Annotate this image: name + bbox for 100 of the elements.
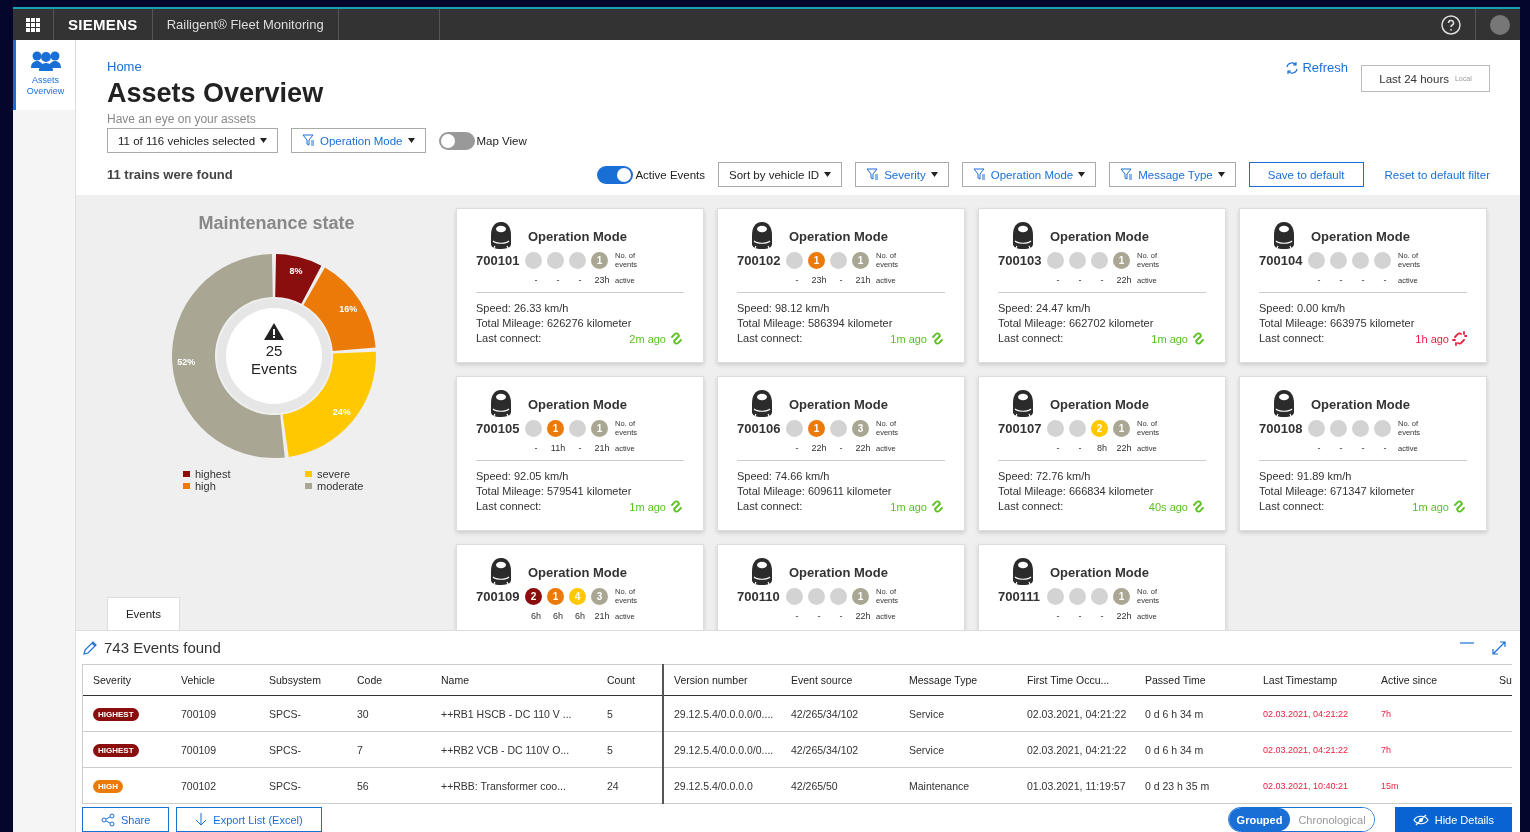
- event-count-dot: 2: [1091, 419, 1108, 437]
- card-title: Operation Mode: [1049, 228, 1150, 244]
- map-view-toggle[interactable]: [438, 131, 475, 150]
- event-time: -: [838, 275, 844, 285]
- last-connect-time: 1m ago: [629, 499, 684, 514]
- column-header[interactable]: Active since: [1371, 664, 1489, 696]
- vehicle-id: 700102: [737, 252, 782, 268]
- event-time: -: [1077, 611, 1083, 621]
- column-header[interactable]: Last Timestamp: [1253, 664, 1371, 696]
- event-count-dot: 1: [1113, 419, 1130, 437]
- help-icon[interactable]: [1441, 14, 1461, 35]
- event-count-dot: [1374, 419, 1391, 437]
- event-time: -: [1338, 443, 1344, 453]
- train-icon: [488, 557, 513, 587]
- train-icon: [1010, 221, 1035, 251]
- view-mode-toggle[interactable]: Grouped: [1228, 808, 1291, 831]
- event-count-dot: [1308, 419, 1325, 437]
- legend-label: highest: [195, 468, 231, 480]
- active-events-toggle[interactable]: [597, 165, 634, 184]
- page-title: Assets Overview: [107, 78, 325, 109]
- export-button[interactable]: Export List (Excel): [176, 807, 322, 832]
- last-connect-label: Last connect:: [737, 331, 803, 346]
- sidebar-item[interactable]: Assets Overview: [13, 40, 75, 110]
- brand-name: SIEMENS: [68, 16, 138, 33]
- people-group-icon: [29, 50, 62, 72]
- event-count: 25: [265, 342, 283, 359]
- save-default-button[interactable]: Save to default: [1248, 162, 1364, 187]
- breadcrumb-link[interactable]: Home: [107, 59, 527, 74]
- hide-details-button[interactable]: Hide Details: [1394, 807, 1512, 832]
- table-cell: 02.03.2021, 04:21:22: [1017, 731, 1135, 768]
- event-time: 22h: [854, 443, 872, 453]
- card-title: Operation Mode: [1310, 228, 1411, 244]
- last-connect-label: Last connect:: [737, 499, 803, 514]
- chart-title: Maintenance state: [198, 213, 355, 234]
- vehicle-select[interactable]: 11 of 116 vehicles selected: [107, 128, 279, 153]
- event-time: 22h: [1115, 611, 1133, 621]
- filter-dropdown[interactable]: Operation Mode: [961, 162, 1097, 187]
- events-tab[interactable]: Events: [107, 597, 180, 630]
- last-connect-time: 1m ago: [1151, 331, 1206, 346]
- column-header[interactable]: Message Type: [899, 664, 1017, 696]
- event-time: -: [1055, 275, 1061, 285]
- table-cell: 02.03.2021, 04:21:22: [1253, 695, 1371, 732]
- column-header[interactable]: Su: [1489, 664, 1512, 696]
- caret-icon: [407, 138, 415, 143]
- share-button[interactable]: Share: [82, 807, 170, 832]
- card-title: Operation Mode: [527, 564, 628, 580]
- event-count-dot: [1069, 587, 1086, 605]
- column-header[interactable]: Count: [597, 664, 663, 696]
- table-cell: 5: [597, 695, 663, 732]
- event-count-dot: [525, 419, 542, 437]
- column-header[interactable]: Version number: [663, 664, 781, 696]
- event-time: 22h: [810, 443, 828, 453]
- speed-text: Speed: 72.76 km/h: [998, 469, 1092, 484]
- event-count-dot: [1308, 251, 1325, 269]
- train-icon: [488, 221, 513, 251]
- last-connect-label: Last connect:: [998, 331, 1064, 346]
- event-count-dot: [1047, 419, 1064, 437]
- expand-icon[interactable]: [1492, 640, 1506, 655]
- last-connect-time: 1m ago: [1412, 499, 1467, 514]
- column-header[interactable]: Severity: [83, 664, 171, 696]
- filter-icon: [972, 168, 986, 181]
- event-time: -: [1099, 611, 1105, 621]
- event-time: -: [1077, 443, 1083, 453]
- caret-icon: [1217, 172, 1225, 177]
- caret-icon: [930, 172, 938, 177]
- filter-dropdown[interactable]: Severity: [855, 162, 949, 187]
- card-title: Operation Mode: [1310, 396, 1411, 412]
- column-header[interactable]: Name: [431, 664, 597, 696]
- operation-mode-filter[interactable]: Operation Mode: [291, 128, 426, 153]
- table-cell: 7h: [1371, 731, 1489, 768]
- app-grid-icon[interactable]: [26, 17, 40, 32]
- avatar-icon[interactable]: [1490, 14, 1510, 35]
- filter-icon: [302, 134, 316, 147]
- table-cell: 56: [347, 767, 431, 804]
- link-icon: [669, 499, 684, 514]
- event-count-dot: [569, 419, 586, 437]
- events-title: 743 Events found: [104, 639, 221, 656]
- event-count-dot: [830, 251, 847, 269]
- refresh-link[interactable]: Refresh: [1285, 60, 1348, 75]
- card-title: Operation Mode: [788, 228, 889, 244]
- reset-filter-link[interactable]: Reset to default filter: [1384, 168, 1490, 181]
- column-header[interactable]: Subsystem: [259, 664, 347, 696]
- table-cell: 29.12.5.4/0.0.0.0: [663, 767, 781, 804]
- event-count-dot: [786, 419, 803, 437]
- column-header[interactable]: Passed Time: [1135, 664, 1253, 696]
- mileage-text: Total Mileage: 663975 kilometer: [1259, 316, 1416, 331]
- column-header[interactable]: Event source: [781, 664, 899, 696]
- column-header[interactable]: First Time Occu...: [1017, 664, 1135, 696]
- column-header[interactable]: Code: [347, 664, 431, 696]
- train-icon: [1010, 389, 1035, 419]
- event-time: -: [577, 443, 583, 453]
- filter-dropdown[interactable]: Message Type: [1109, 162, 1236, 187]
- vehicle-id: 700104: [1259, 252, 1304, 268]
- event-time: -: [555, 275, 561, 285]
- event-time: -: [533, 443, 539, 453]
- sort-select[interactable]: Sort by vehicle ID: [718, 162, 843, 187]
- last-connect-time: 2m ago: [629, 331, 684, 346]
- column-header[interactable]: Vehicle: [171, 664, 259, 696]
- event-count-dot: 1: [1113, 251, 1130, 269]
- event-time: -: [794, 275, 800, 285]
